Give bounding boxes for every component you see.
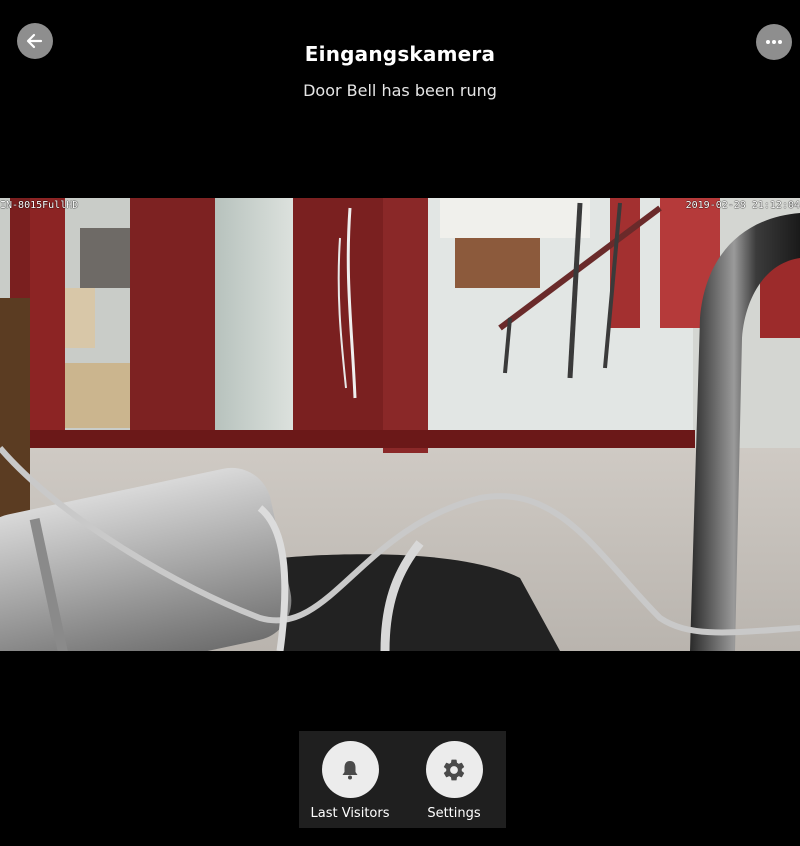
camera-name-overlay: IN-8015FullHD [0, 200, 79, 211]
settings-button[interactable]: Settings [409, 741, 499, 821]
last-visitors-button[interactable]: Last Visitors [305, 741, 395, 821]
more-horizontal-icon [766, 40, 782, 44]
camera-view-page: Eingangskamera Door Bell has been rung I… [0, 0, 800, 846]
last-visitors-label: Last Visitors [310, 806, 390, 821]
settings-label: Settings [427, 806, 481, 821]
gear-icon [443, 759, 465, 780]
camera-video-feed[interactable]: IN-8015FullHD 2019-02-28 21:12:04 [0, 198, 800, 651]
timestamp-overlay: 2019-02-28 21:12:04 [685, 200, 800, 211]
bottom-toolbar: Last Visitors Settings [299, 731, 506, 828]
bell-icon [342, 760, 358, 779]
last-visitors-button-circle[interactable] [321, 741, 379, 798]
page-title: Eingangskamera [304, 42, 496, 66]
more-options-button[interactable] [756, 24, 792, 60]
event-subtitle: Door Bell has been rung [303, 81, 497, 100]
camera-snapshot-image [0, 198, 800, 651]
settings-button-circle[interactable] [425, 741, 483, 798]
